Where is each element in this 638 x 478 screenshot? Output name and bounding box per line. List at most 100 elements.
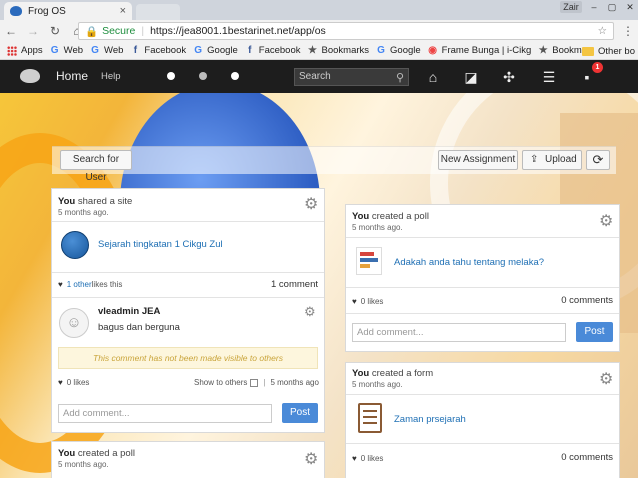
poll-bar-red (360, 252, 374, 256)
bookmark-item[interactable]: f Facebook (130, 45, 186, 56)
form-line (363, 416, 377, 418)
bookmark-item[interactable]: G Google (376, 45, 421, 56)
card-title: You shared a site (58, 196, 132, 207)
browser-tab[interactable]: Frog OS × (4, 2, 132, 20)
star-icon: ★ (308, 45, 317, 56)
card-user[interactable]: You (58, 448, 75, 459)
site-link[interactable]: Sejarah tingkatan 1 Cikgu Zul (98, 239, 223, 250)
comment-count[interactable]: 0 comments (561, 452, 613, 463)
comment-notice: This comment has not been made visible t… (58, 347, 318, 369)
search-icon[interactable]: ⚲ (396, 70, 404, 86)
nav-help[interactable]: Help (101, 71, 121, 82)
card-time: 5 months ago. (352, 380, 403, 389)
heart-icon[interactable]: ♥ (352, 454, 357, 463)
back-arrow-icon[interactable]: ← (4, 24, 18, 38)
window-maximize-icon[interactable]: ▢ (604, 0, 620, 14)
bookmark-label: Web (104, 45, 124, 56)
page-dot-3[interactable] (231, 72, 239, 80)
post-button[interactable]: Post (576, 322, 613, 342)
meta-separator: | (263, 378, 266, 387)
new-tab-button[interactable] (136, 4, 180, 20)
google-icon: G (91, 45, 99, 56)
card-action: created a poll (369, 211, 429, 222)
house-icon[interactable]: ⌂ (424, 68, 442, 86)
form-line (363, 422, 377, 424)
window-minimize-icon[interactable]: – (586, 0, 602, 14)
new-assignment-button[interactable]: New Assignment (438, 150, 518, 170)
comment-author[interactable]: vleadmin JEA (98, 306, 160, 317)
card-user[interactable]: You (352, 211, 369, 222)
card-time: 5 months ago. (58, 460, 109, 469)
card-time: 5 months ago. (352, 223, 403, 232)
form-link[interactable]: Zaman prsejarah (394, 414, 466, 425)
show-to-others[interactable]: Show to others | 5 months ago (194, 378, 319, 387)
comment-likes: 0 likes (66, 378, 90, 387)
nav-home[interactable]: Home (56, 69, 88, 83)
poll-link[interactable]: Adakah anda tahu tentang melaka? (394, 257, 544, 268)
upload-icon: ⇪ (530, 154, 539, 165)
comment-count[interactable]: 1 comment (271, 279, 318, 290)
gear-icon[interactable]: ⚙ (599, 214, 613, 230)
frog-search-placeholder: Search (299, 71, 331, 82)
gear-icon[interactable]: ⚙ (304, 197, 318, 213)
other-bookmarks-label: Other bo (598, 45, 635, 57)
bookmark-star-icon[interactable]: ☆ (598, 25, 607, 37)
bookmark-item[interactable]: G Google (193, 45, 238, 56)
star-icon: ★ (538, 45, 548, 56)
post-button[interactable]: Post (282, 403, 318, 423)
frog-logo-icon[interactable] (20, 69, 40, 83)
card-title: You created a form (352, 368, 433, 379)
divider (346, 313, 619, 314)
gear-icon[interactable]: ⚙ (599, 372, 613, 388)
window-close-icon[interactable]: ✕ (622, 0, 638, 14)
google-icon: G (377, 45, 385, 56)
bookmark-label: Google (207, 45, 238, 56)
frog-search-input[interactable]: Search ⚲ (294, 68, 409, 86)
card-action: created a poll (75, 448, 135, 459)
add-comment-input[interactable]: Add comment... (352, 323, 566, 342)
page-dot-1[interactable] (167, 72, 175, 80)
other-bookmarks[interactable]: Other bo (582, 42, 638, 59)
bookmark-item[interactable]: ◉ Frame Bunga | i-Cikg (428, 45, 531, 56)
divider (346, 287, 619, 288)
comment-count[interactable]: 0 comments (561, 295, 613, 306)
frog-menu-icon[interactable]: ☰ (540, 68, 558, 86)
poll-bar-blue (360, 258, 378, 262)
page-dot-2[interactable] (199, 72, 207, 80)
card-user[interactable]: You (58, 196, 75, 207)
likes-row: ♥ 0 likes (352, 454, 383, 463)
show-to-others-checkbox[interactable] (250, 378, 259, 387)
reload-icon[interactable]: ↻ (48, 24, 62, 38)
bookmark-item[interactable]: G Web (50, 45, 83, 56)
likes-row: ♥ 0 likes (352, 297, 383, 306)
divider (52, 272, 324, 273)
heart-icon[interactable]: ♥ (58, 378, 63, 387)
card-header: You created a form 5 months ago. (352, 368, 433, 389)
url-text[interactable]: https://jea8001.1bestarinet.net/app/os (150, 25, 326, 37)
heart-icon[interactable]: ♥ (58, 280, 63, 289)
facebook-icon: f (248, 45, 252, 56)
upload-button[interactable]: ⇪ Upload (522, 150, 582, 170)
card-user[interactable]: You (352, 368, 369, 379)
tab-close-icon[interactable]: × (120, 5, 126, 17)
apps-grid-icon (7, 45, 17, 56)
frog-apps-icon[interactable]: ◪ (462, 68, 480, 86)
gear-icon[interactable]: ⚙ (304, 452, 318, 468)
bookmark-item[interactable]: f Facebook (245, 45, 300, 56)
browser-menu-icon[interactable]: ⋮ (622, 24, 634, 38)
bookmark-item[interactable]: G Web (90, 45, 123, 56)
comment-gear-icon[interactable]: ⚙ (304, 304, 316, 320)
bookmark-item[interactable]: Apps (7, 45, 43, 56)
likes-link[interactable]: 1 other (67, 280, 92, 289)
frog-share-icon[interactable]: ✣ (500, 68, 518, 86)
avatar[interactable]: ☺ (59, 308, 89, 338)
refresh-button[interactable]: ⟳ (586, 150, 610, 170)
heart-icon[interactable]: ♥ (352, 297, 357, 306)
bookmark-item[interactable]: ★ Bookmarks (308, 45, 369, 56)
search-for-user-button[interactable]: Search for User (60, 150, 132, 183)
bookmark-label: Web (63, 45, 84, 56)
add-comment-input[interactable]: Add comment... (58, 404, 272, 423)
form-clipboard-icon (358, 403, 382, 433)
address-bar[interactable]: 🔒 Secure | https://jea8001.1bestarinet.n… (78, 22, 614, 40)
forward-arrow-icon[interactable]: → (26, 24, 40, 38)
